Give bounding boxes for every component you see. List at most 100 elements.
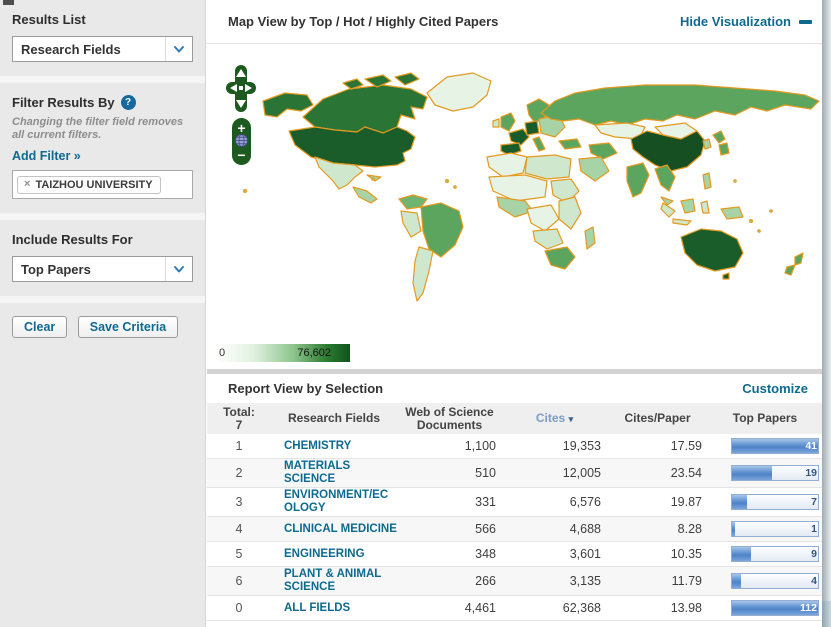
field-link[interactable]: ALL FIELDS [271,602,397,615]
filter-chip-label: TAIZHOU UNIVERSITY [35,179,152,191]
map-pan-compass[interactable] [226,65,256,112]
table-row: 5 ENGINEERING 348 3,601 10.35 9 [207,542,822,567]
table-row: 6 PLANT & ANIMAL SCIENCE 266 3,135 11.79… [207,567,822,596]
report-view-header: Report View by Selection Customize [207,374,822,403]
docs-cell: 331 [397,495,502,509]
include-results-value: Top Papers [13,262,165,277]
world-map[interactable] [215,61,827,319]
cites-per-paper-cell: 8.28 [607,522,708,536]
vertical-scrollbar[interactable] [822,0,831,627]
report-view-title: Report View by Selection [228,381,383,396]
table-row: 4 CLINICAL MEDICINE 566 4,688 8.28 1 [207,517,822,542]
hide-visualization-link[interactable]: Hide Visualization [680,14,812,29]
field-link[interactable]: CLINICAL MEDICINE [271,523,397,536]
cites-cell: 3,601 [502,547,607,561]
field-link[interactable]: ENGINEERING [271,548,397,561]
map-zoom-control: + − [232,118,251,165]
main-panel: Map View by Top / Hot / Highly Cited Pap… [207,0,822,627]
legend-max: 76,602 [297,347,331,359]
rank-cell: 0 [207,601,271,615]
save-criteria-button[interactable]: Save Criteria [78,316,178,338]
filter-by-label: Filter Results By [12,95,115,110]
field-link[interactable]: CHEMISTRY [271,440,397,453]
table-row: 1 CHEMISTRY 1,100 19,353 17.59 41 [207,434,822,459]
cites-per-paper-cell: 11.79 [607,574,708,588]
results-list-select[interactable]: Research Fields [12,36,193,62]
filters-sidebar: Results List Research Fields Filter Resu… [0,0,206,627]
browser-edge-artifact [3,0,14,5]
field-link[interactable]: PLANT & ANIMAL SCIENCE [271,568,397,594]
clear-button[interactable]: Clear [12,316,67,338]
sidebar-divider [0,213,205,220]
results-list-section: Results List Research Fields [0,0,205,76]
results-list-value: Research Fields [13,42,165,57]
choropleth-legend: 0 76,602 [216,344,350,362]
docs-cell: 566 [397,522,502,536]
docs-cell: 510 [397,466,502,480]
zoom-in-button[interactable]: + [232,121,251,135]
rank-cell: 5 [207,547,271,561]
sidebar-actions: Clear Save Criteria [0,303,205,351]
cites-per-paper-cell: 13.98 [607,601,708,615]
cites-cell: 4,688 [502,522,607,536]
table-row: 0 ALL FIELDS 4,461 62,368 13.98 112 [207,596,822,621]
filter-note: Changing the filter field removes all cu… [12,116,196,142]
results-table-body: 1 CHEMISTRY 1,100 19,353 17.59 41 2 MATE… [207,434,822,621]
remove-filter-icon[interactable]: × [24,179,30,190]
docs-cell: 266 [397,574,502,588]
top-papers-bar: 9 [731,546,819,562]
column-wos-documents: Web of Science Documents [397,406,502,432]
column-top-papers: Top Papers [708,412,822,425]
top-papers-bar: 112 [731,600,819,616]
sort-descending-icon: ▾ [569,414,574,424]
column-cites-per-paper: Cites/Paper [607,412,708,425]
docs-cell: 1,100 [397,439,502,453]
esi-app-window: Results List Research Fields Filter Resu… [0,0,831,627]
docs-cell: 348 [397,547,502,561]
map-view-header: Map View by Top / Hot / Highly Cited Pap… [207,0,822,44]
table-row: 2 MATERIALS SCIENCE 510 12,005 23.54 19 [207,459,822,488]
zoom-out-button[interactable]: − [232,148,251,162]
filter-by-section: Filter Results By ? Changing the filter … [0,83,205,213]
top-papers-bar: 7 [731,494,819,510]
hide-visualization-label: Hide Visualization [680,14,791,29]
map-visualization-area: + − 0 76,602 [207,44,822,369]
chevron-down-icon [165,37,192,61]
globe-reset-icon[interactable] [235,134,248,147]
chevron-down-icon [165,257,192,281]
filter-tags-input[interactable]: × TAIZHOU UNIVERSITY [12,170,193,199]
column-cites-sort[interactable]: Cites ▾ [502,412,607,426]
include-results-label: Include Results For [12,232,193,247]
include-results-select[interactable]: Top Papers [12,256,193,282]
results-list-label: Results List [12,12,193,27]
cites-per-paper-cell: 19.87 [607,495,708,509]
cites-per-paper-cell: 23.54 [607,466,708,480]
help-icon[interactable]: ? [121,95,136,110]
collapse-minus-icon [799,20,812,24]
sidebar-divider [0,76,205,83]
rank-cell: 3 [207,495,271,509]
rank-cell: 4 [207,522,271,536]
legend-min: 0 [219,347,225,359]
sidebar-divider [0,296,205,303]
top-papers-bar: 41 [731,438,819,454]
top-papers-bar: 4 [731,573,819,589]
column-research-fields: Research Fields [271,412,397,425]
customize-link[interactable]: Customize [742,381,808,396]
results-table-header: Total: 7 Research Fields Web of Science … [207,403,822,434]
field-link[interactable]: MATERIALS SCIENCE [271,460,397,486]
add-filter-link[interactable]: Add Filter » [12,149,81,163]
rank-cell: 6 [207,574,271,588]
top-papers-bar: 1 [731,521,819,537]
table-row: 3 ENVIRONMENT/ECOLOGY 331 6,576 19.87 7 [207,488,822,517]
cites-cell: 19,353 [502,439,607,453]
cites-cell: 62,368 [502,601,607,615]
map-view-title: Map View by Top / Hot / Highly Cited Pap… [228,14,498,29]
field-link[interactable]: ENVIRONMENT/ECOLOGY [271,489,397,515]
cites-cell: 12,005 [502,466,607,480]
cites-per-paper-cell: 17.59 [607,439,708,453]
total-header: Total: 7 [207,406,271,432]
rank-cell: 1 [207,439,271,453]
top-papers-bar: 19 [731,465,819,481]
cites-per-paper-cell: 10.35 [607,547,708,561]
